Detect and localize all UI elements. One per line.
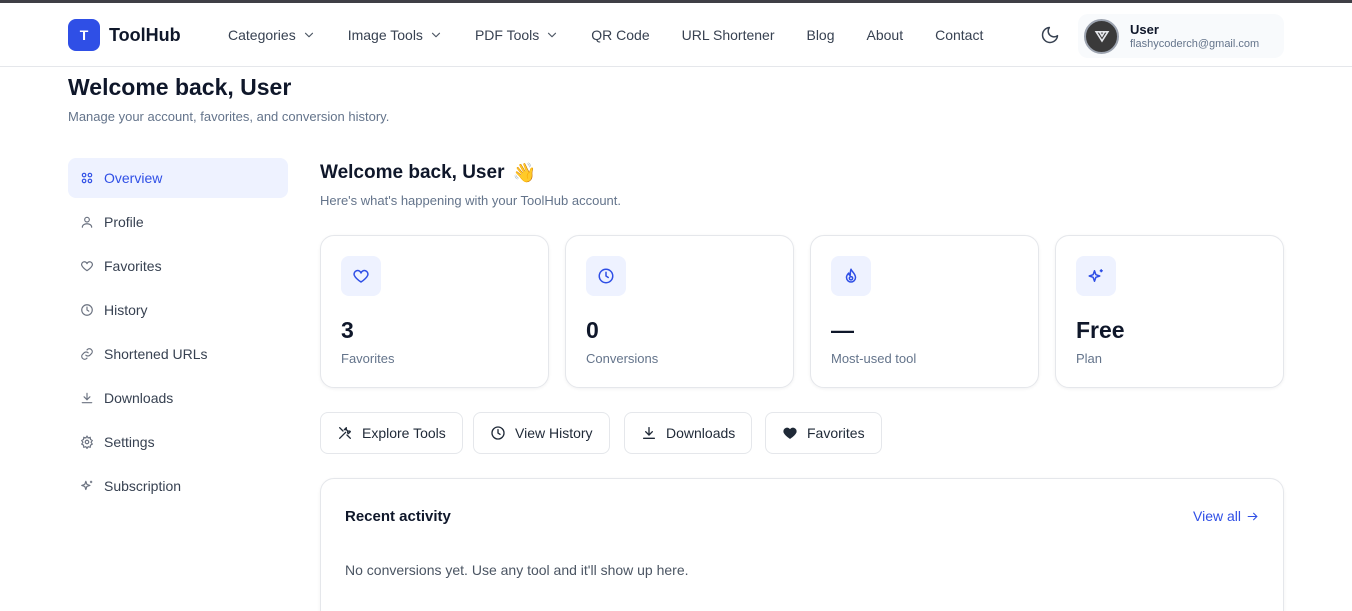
nav-label: URL Shortener bbox=[681, 27, 775, 43]
grid-icon bbox=[81, 172, 93, 184]
nav-label: Blog bbox=[806, 27, 835, 43]
chevron-down-icon bbox=[431, 32, 441, 38]
arrow-right-icon bbox=[1247, 512, 1258, 520]
view-history-button[interactable]: View History bbox=[473, 412, 610, 454]
sidebar-item-label: Settings bbox=[104, 434, 155, 450]
button-label: View History bbox=[515, 425, 593, 441]
nav-label: Image Tools bbox=[347, 27, 423, 43]
brand-logo[interactable]: T ToolHub bbox=[68, 19, 181, 51]
section-title: Welcome back, User 👋 bbox=[320, 161, 536, 185]
download-icon bbox=[643, 427, 655, 439]
stat-value: 3 bbox=[341, 317, 354, 343]
sidebar-item-history[interactable]: History bbox=[68, 290, 288, 330]
stat-value: Free bbox=[1076, 317, 1125, 343]
explore-tools-button[interactable]: Explore Tools bbox=[320, 412, 463, 454]
user-email: flashycoderch@gmail.com bbox=[1130, 38, 1260, 50]
downloads-button[interactable]: Downloads bbox=[624, 412, 753, 454]
sidebar-item-label: History bbox=[104, 302, 148, 318]
chevron-down-icon bbox=[548, 32, 557, 38]
tools-icon bbox=[339, 427, 351, 439]
stat-card-favorites: 3 Favorites bbox=[320, 235, 549, 388]
avatar bbox=[1084, 18, 1119, 54]
sidebar-item-downloads[interactable]: Downloads bbox=[68, 378, 288, 418]
button-label: Downloads bbox=[666, 425, 736, 441]
nav-blog[interactable]: Blog bbox=[806, 27, 834, 43]
nav-label: Categories bbox=[228, 27, 296, 43]
sidebar-item-label: Shortened URLs bbox=[104, 346, 208, 362]
section-title-text: Welcome back, User bbox=[320, 162, 505, 183]
page-title: Welcome back, User bbox=[68, 74, 292, 100]
nav-url-shortener[interactable]: URL Shortener bbox=[682, 27, 775, 43]
nav-contact[interactable]: Contact bbox=[935, 27, 983, 43]
sidebar-item-overview[interactable]: Overview bbox=[68, 158, 288, 198]
stat-icon-wrap bbox=[341, 256, 381, 296]
download-icon bbox=[81, 392, 93, 404]
sparkles-icon bbox=[1088, 269, 1103, 282]
recent-activity-card: Recent activity View all No conversions … bbox=[320, 478, 1284, 611]
sidebar-item-shortened-urls[interactable]: Shortened URLs bbox=[68, 334, 288, 374]
gear-icon bbox=[80, 435, 94, 449]
sidebar-item-settings[interactable]: Settings bbox=[68, 422, 288, 462]
link-icon bbox=[81, 348, 93, 360]
user-menu[interactable]: User flashycoderch@gmail.com bbox=[1078, 14, 1284, 58]
stat-icon-wrap bbox=[586, 256, 626, 296]
page-subtitle: Manage your account, favorites, and conv… bbox=[68, 109, 390, 124]
clock-icon bbox=[81, 304, 93, 316]
logo-mark: T bbox=[68, 19, 100, 51]
nav-label: PDF Tools bbox=[474, 27, 540, 43]
recent-activity-title: Recent activity bbox=[345, 508, 451, 525]
stat-card-most-used: — Most-used tool bbox=[810, 235, 1039, 388]
sidebar-item-label: Favorites bbox=[104, 258, 162, 274]
view-all-link[interactable]: View all bbox=[1193, 508, 1259, 524]
clock-icon bbox=[598, 268, 614, 284]
section-subtitle: Here's what's happening with your ToolHu… bbox=[320, 193, 622, 208]
heart-icon bbox=[81, 261, 93, 272]
nav-label: Contact bbox=[935, 27, 984, 43]
moon-icon[interactable] bbox=[1040, 25, 1060, 45]
sidebar-item-subscription[interactable]: Subscription bbox=[68, 466, 288, 506]
stat-icon-wrap bbox=[831, 256, 871, 296]
chevron-down-icon bbox=[304, 32, 313, 38]
stat-label: Plan bbox=[1076, 351, 1103, 366]
nav-pdf-tools[interactable]: PDF Tools bbox=[475, 27, 559, 43]
stat-icon-wrap bbox=[1076, 256, 1116, 296]
user-name: User bbox=[1130, 22, 1159, 37]
nav-categories[interactable]: Categories bbox=[228, 27, 316, 43]
nav-label: About bbox=[866, 27, 904, 43]
stat-value: 0 bbox=[586, 317, 599, 343]
nav-about[interactable]: About bbox=[867, 27, 904, 43]
clock-icon bbox=[491, 426, 505, 440]
stat-card-plan: Free Plan bbox=[1055, 235, 1284, 388]
sidebar-item-label: Overview bbox=[104, 170, 163, 186]
stat-card-conversions: 0 Conversions bbox=[565, 235, 794, 388]
nav-qr-code[interactable]: QR Code bbox=[591, 27, 649, 43]
stat-label: Conversions bbox=[586, 351, 659, 366]
view-all-label: View all bbox=[1193, 508, 1241, 524]
site-header: T ToolHub Categories Image Tools PDF Too… bbox=[0, 3, 1352, 67]
dashboard-sidebar: Overview Profile Favorites History Short… bbox=[68, 158, 288, 510]
sidebar-item-label: Profile bbox=[104, 214, 144, 230]
flame-icon bbox=[845, 268, 857, 283]
empty-state-text: No conversions yet. Use any tool and it'… bbox=[345, 562, 689, 578]
waving-hand-emoji: 👋 bbox=[512, 163, 537, 184]
main-nav: Categories Image Tools PDF Tools QR Code… bbox=[228, 3, 1015, 67]
stat-label: Favorites bbox=[341, 351, 395, 366]
button-label: Explore Tools bbox=[362, 425, 446, 441]
stat-value: — bbox=[831, 317, 854, 343]
brand-name: ToolHub bbox=[109, 24, 181, 45]
sidebar-item-profile[interactable]: Profile bbox=[68, 202, 288, 242]
stat-label: Most-used tool bbox=[831, 351, 917, 366]
sidebar-item-favorites[interactable]: Favorites bbox=[68, 246, 288, 286]
button-label: Favorites bbox=[807, 425, 865, 441]
sidebar-item-label: Subscription bbox=[104, 478, 182, 494]
nav-image-tools[interactable]: Image Tools bbox=[348, 27, 443, 43]
sidebar-item-label: Downloads bbox=[104, 390, 174, 406]
user-icon bbox=[81, 216, 93, 228]
sparkles-icon bbox=[81, 480, 93, 491]
favorites-button[interactable]: Favorites bbox=[765, 412, 882, 454]
heart-filled-icon bbox=[783, 427, 797, 439]
nav-label: QR Code bbox=[591, 27, 650, 43]
heart-icon bbox=[353, 269, 369, 283]
